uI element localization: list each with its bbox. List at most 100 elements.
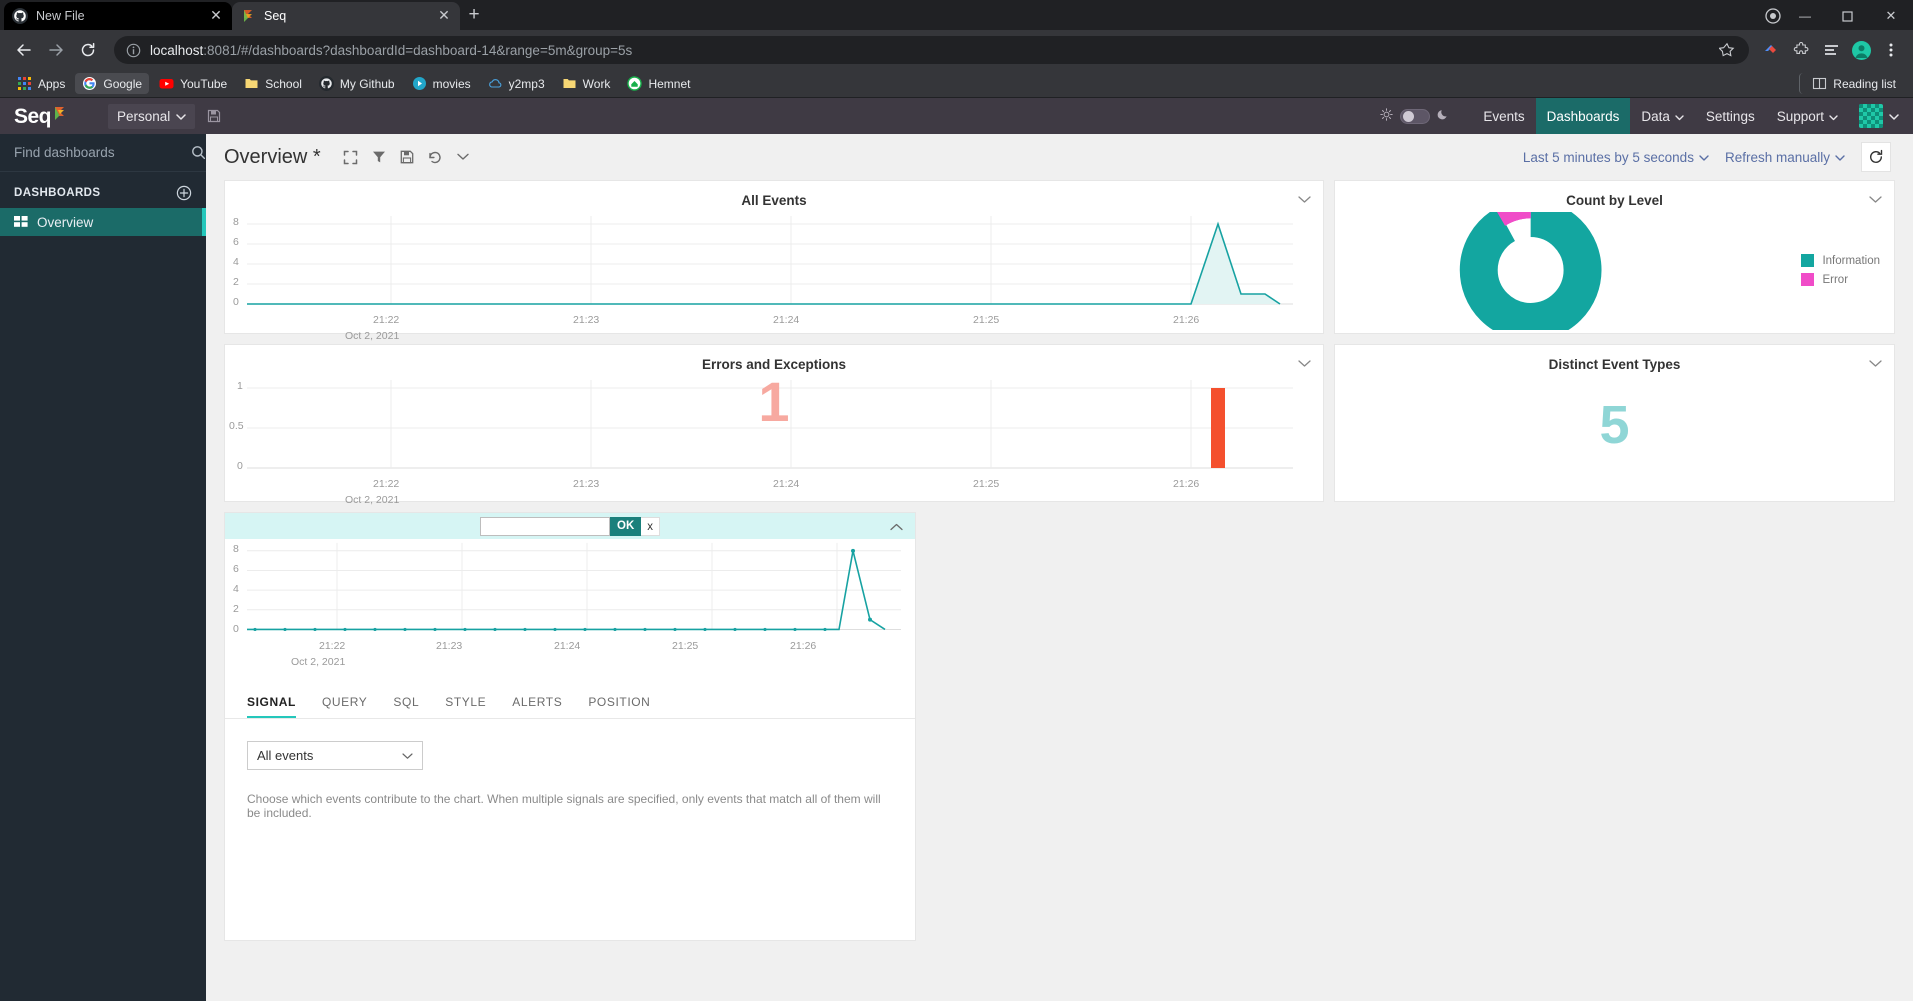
undo-icon[interactable] [428,150,443,165]
card-title: Distinct Event Types [1548,357,1681,372]
seq-logo[interactable]: Seq [0,106,108,127]
new-tab-button[interactable]: + [460,2,488,30]
search-icon[interactable] [191,145,206,160]
nav-item-support[interactable]: Support [1766,100,1849,133]
chevron-down-icon[interactable] [1298,355,1311,373]
bookmark-movies[interactable]: movies [405,73,478,94]
seq-flag-icon [53,106,66,124]
save-icon[interactable] [400,150,414,164]
tab-style[interactable]: STYLE [445,695,486,718]
tab-sql[interactable]: SQL [393,695,419,718]
filter-icon[interactable] [372,150,386,164]
reading-list-button[interactable]: Reading list [1799,73,1903,94]
legend-item-error[interactable]: Error [1801,273,1880,286]
org-selector[interactable]: Personal [108,103,196,129]
theme-toggle[interactable] [1380,108,1450,124]
browser-tab-new-file[interactable]: New File ✕ [4,2,232,30]
bookmark-hemnet[interactable]: Hemnet [620,73,697,94]
chevron-up-icon[interactable] [890,518,903,536]
nav-item-settings[interactable]: Settings [1695,100,1766,133]
chevron-down-icon[interactable] [1298,191,1311,209]
maximize-button[interactable] [1827,6,1867,26]
sidebar-item-overview[interactable]: Overview [0,208,206,236]
cancel-button[interactable]: x [641,516,660,536]
bookmark-school[interactable]: School [237,73,309,94]
reload-icon[interactable] [74,36,102,64]
tab-position[interactable]: POSITION [588,695,650,718]
time-range-selector[interactable]: Last 5 minutes by 5 seconds [1523,150,1709,165]
seq-icon [240,8,256,24]
x-tick-label: 21:23 [573,478,600,490]
nav-label: Data [1641,108,1670,124]
window-close-button[interactable]: ✕ [1869,6,1913,26]
forward-icon[interactable] [42,36,70,64]
nav-item-events[interactable]: Events [1472,100,1535,133]
browser-tab-seq[interactable]: Seq ✕ [232,2,460,30]
save-icon[interactable] [207,109,221,123]
close-icon[interactable]: ✕ [208,8,224,24]
back-icon[interactable] [10,36,38,64]
theme-toggle-switch[interactable] [1400,108,1431,124]
refresh-button[interactable] [1861,142,1891,172]
puzzle-extension-icon[interactable] [1791,40,1811,60]
chart-title-editor[interactable]: OK x [480,516,660,536]
close-icon[interactable]: ✕ [436,8,452,24]
dashboard-search-row[interactable] [0,134,206,172]
dashboard-grid: All Events 8 6 4 2 0 21:22 21:23 21:24 2… [206,180,1913,506]
y-tick-label: 1 [237,380,243,392]
add-dashboard-icon[interactable] [176,185,192,201]
chevron-down-icon[interactable] [1869,355,1882,373]
x-tick-label: 21:24 [773,478,800,490]
bookmark-label: My Github [339,76,395,91]
extension-alert-icon[interactable] [1761,40,1781,60]
y-tick-label: 4 [233,256,239,268]
info-icon[interactable] [126,43,141,58]
x-date-label: Oct 2, 2021 [345,330,400,342]
bookmark-apps[interactable]: Apps [10,73,72,94]
reading-list-extension-icon[interactable] [1821,40,1841,60]
chevron-down-icon[interactable] [1869,191,1882,209]
fullscreen-icon[interactable] [343,150,358,165]
x-date-label: Oct 2, 2021 [291,656,346,668]
bookmark-google[interactable]: Google [75,73,150,94]
bookmark-y2mp3[interactable]: y2mp3 [481,73,552,94]
tab-query[interactable]: QUERY [322,695,367,718]
card-title: Errors and Exceptions [701,357,847,372]
chart-title-input[interactable] [480,516,610,536]
browser-menu-icon[interactable] [1881,40,1901,60]
chart-all-events: 8 6 4 2 0 21:22 21:23 21:24 21:25 21:26 … [225,212,1323,342]
donut-legend: Information Error [1801,254,1880,292]
ok-button[interactable]: OK [610,516,642,536]
chart-editor-panel: OK x 8 6 4 2 0 21:22 21:23 21:24 21:25 2… [224,512,916,941]
x-tick-label: 21:25 [973,478,1000,490]
refresh-mode-selector[interactable]: Refresh manually [1725,150,1845,165]
bookmark-youtube[interactable]: YouTube [152,73,234,94]
profile-avatar-icon[interactable] [1851,40,1871,60]
x-tick-label: 21:26 [1173,478,1200,490]
bookmark-label: movies [432,76,471,91]
signal-form: All events [225,719,915,770]
bookmark-my-github[interactable]: My Github [312,73,402,94]
browser-tab-title: Seq [264,9,287,23]
brand-text: Seq [14,104,52,128]
y-tick-label: 6 [233,563,239,575]
chevron-down-icon[interactable] [457,153,469,161]
tab-signal[interactable]: SIGNAL [247,695,296,718]
legend-label: Information [1822,254,1880,267]
tab-alerts[interactable]: ALERTS [512,695,562,718]
record-icon[interactable] [1763,6,1783,26]
bookmark-work[interactable]: Work [555,73,618,94]
main-content: Overview * Last 5 minutes by 5 seconds R… [206,134,1913,1001]
minimize-button[interactable]: — [1785,6,1825,26]
address-bar[interactable]: localhost:8081/#/dashboards?dashboardId=… [114,36,1749,64]
x-tick-label: 21:22 [373,314,400,326]
legend-item-information[interactable]: Information [1801,254,1880,267]
search-input[interactable] [14,145,191,160]
signal-select[interactable]: All events [247,741,423,770]
nav-item-data[interactable]: Data [1630,100,1695,133]
x-tick-label: 21:24 [773,314,800,326]
bookmark-star-icon[interactable] [1717,40,1737,60]
user-menu[interactable] [1849,104,1913,128]
tab-strip: New File ✕ Seq ✕ + — ✕ [0,0,1913,30]
nav-item-dashboards[interactable]: Dashboards [1535,98,1631,134]
